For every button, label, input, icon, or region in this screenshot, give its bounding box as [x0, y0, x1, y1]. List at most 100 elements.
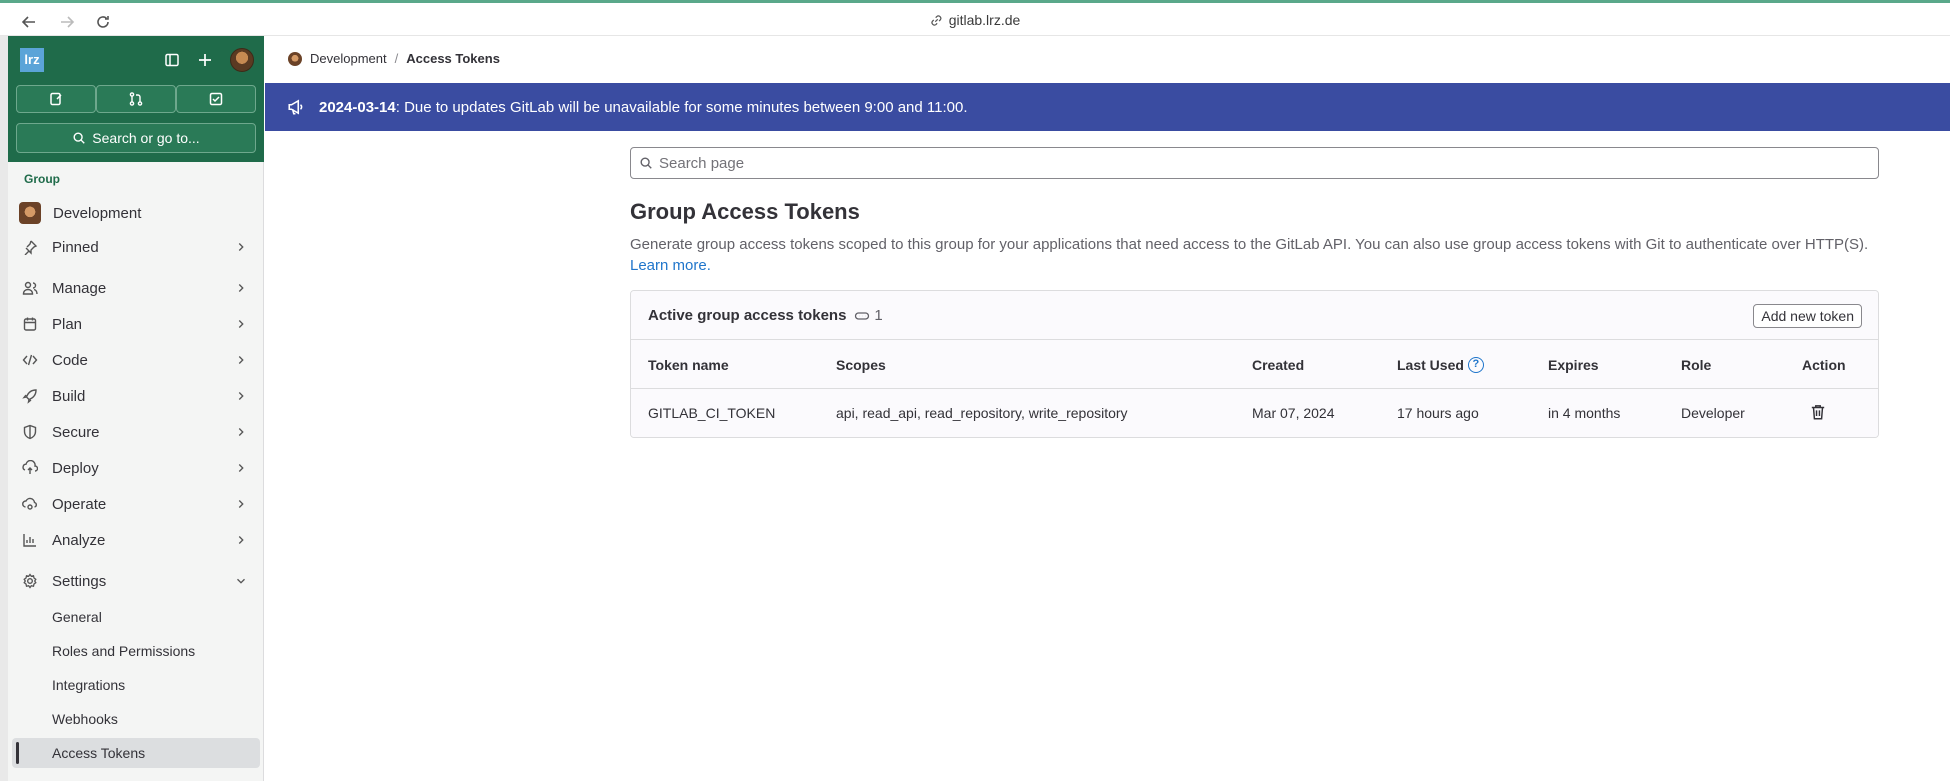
- breadcrumb: Development / Access Tokens: [288, 51, 500, 66]
- sidebar-search-button[interactable]: Search or go to...: [16, 123, 256, 153]
- planning-icon: [20, 314, 40, 334]
- deploy-icon: [20, 458, 40, 478]
- search-placeholder: Search page: [659, 154, 745, 172]
- sidebar-header: lrz Search or go to...: [8, 36, 264, 162]
- sidebar-item-label: Operate: [52, 495, 107, 513]
- chevron-right-icon: [238, 243, 244, 251]
- sidebar-item-label: Development: [53, 204, 142, 222]
- token-scopes-cell: api, read_api, read_repository, write_re…: [836, 405, 1128, 421]
- sidebar-item-group[interactable]: Development: [12, 198, 260, 228]
- token-last-used-cell: 17 hours ago: [1397, 405, 1479, 421]
- sidebar-item-analyze[interactable]: Analyze: [12, 525, 260, 555]
- sidebar-item-label: Deploy: [52, 459, 99, 477]
- window-edge: [0, 36, 8, 781]
- rocket-icon: [20, 386, 40, 406]
- create-new-icon[interactable]: [193, 48, 217, 72]
- sidebar-item-settings[interactable]: Settings: [12, 566, 260, 596]
- banner-message: : Due to updates GitLab will be unavaila…: [395, 98, 968, 116]
- todo-icon: [209, 92, 223, 106]
- chevron-down-icon: [237, 578, 245, 584]
- shield-icon: [20, 422, 40, 442]
- sidebar-item-code[interactable]: Code: [12, 345, 260, 375]
- token-count: 1: [854, 307, 883, 324]
- column-header-role: Role: [1681, 357, 1712, 373]
- link-icon: [931, 15, 942, 26]
- breadcrumb-current[interactable]: Access Tokens: [406, 51, 500, 66]
- megaphone-icon: [287, 98, 305, 116]
- card-title-text: Active group access tokens: [648, 307, 847, 324]
- token-count-value: 1: [874, 307, 883, 324]
- search-icon: [73, 132, 86, 144]
- sidebar-item-label: Build: [52, 387, 86, 405]
- page-description: Generate group access tokens scoped to t…: [630, 234, 1890, 276]
- issues-button[interactable]: [16, 85, 96, 113]
- sidebar-subitem-integrations[interactable]: Integrations: [12, 670, 260, 700]
- merge-request-icon: [129, 92, 143, 106]
- lrz-logo[interactable]: lrz: [20, 48, 44, 72]
- token-role-cell: Developer: [1681, 405, 1745, 421]
- url-text: gitlab.lrz.de: [948, 12, 1021, 28]
- help-icon[interactable]: ?: [1467, 357, 1484, 373]
- column-header-created: Created: [1252, 357, 1305, 373]
- sidebar-item-secure[interactable]: Secure: [12, 417, 260, 447]
- address-bar[interactable]: gitlab.lrz.de: [0, 12, 1950, 28]
- add-new-token-button[interactable]: Add new token: [1753, 304, 1862, 328]
- description-text: Generate group access tokens scoped to t…: [630, 236, 1869, 253]
- breadcrumb-parent[interactable]: Development: [310, 51, 387, 66]
- sidebar-item-manage[interactable]: Manage: [12, 273, 260, 303]
- active-tokens-card: Active group access tokens 1 Add new tok…: [630, 290, 1879, 438]
- sidebar-subitem-access-tokens[interactable]: Access Tokens: [12, 738, 260, 768]
- sidebar-item-plan[interactable]: Plan: [12, 309, 260, 339]
- card-title: Active group access tokens 1: [648, 307, 883, 324]
- code-icon: [20, 350, 40, 370]
- sidebar-item-label: Manage: [52, 279, 107, 297]
- group-avatar: [19, 202, 41, 224]
- search-icon: [639, 156, 653, 170]
- breadcrumb-separator: /: [394, 51, 399, 66]
- todo-button[interactable]: [176, 85, 256, 113]
- column-header-token-name: Token name: [648, 357, 729, 373]
- gear-icon: [20, 571, 40, 591]
- sidebar-item-label: Pinned: [52, 238, 99, 256]
- token-expires-cell: in 4 months: [1548, 405, 1621, 421]
- sidebar-search-label: Search or go to...: [92, 130, 200, 146]
- chevron-right-icon: [238, 356, 244, 364]
- column-header-last-used: Last Used ?: [1397, 357, 1484, 373]
- sidebar-item-label: Settings: [52, 572, 107, 590]
- sidebar-item-deploy[interactable]: Deploy: [12, 453, 260, 483]
- sidebar-subitem-general[interactable]: General: [12, 602, 260, 632]
- sidebar-item-label: Plan: [52, 315, 83, 333]
- chevron-right-icon: [238, 392, 244, 400]
- sidebar-subitem-roles-and-permissions[interactable]: Roles and Permissions: [12, 636, 260, 666]
- column-header-scopes: Scopes: [836, 357, 886, 373]
- sidebar-item-pinned[interactable]: Pinned: [12, 232, 260, 262]
- chevron-right-icon: [238, 464, 244, 472]
- sidebar-item-operate[interactable]: Operate: [12, 489, 260, 519]
- sidebar-item-label: Code: [52, 351, 88, 369]
- sidebar-subitem-webhooks[interactable]: Webhooks: [12, 704, 260, 734]
- chevron-right-icon: [238, 500, 244, 508]
- revoke-token-button[interactable]: [1809, 403, 1827, 424]
- sidebar-subitem-label: Access Tokens: [52, 745, 146, 761]
- sidebar: lrz Search or go to... Group Development…: [8, 36, 264, 781]
- chevron-right-icon: [238, 320, 244, 328]
- page-title: Group Access Tokens: [630, 199, 860, 224]
- banner-date: 2024-03-14: [319, 98, 396, 116]
- users-icon: [20, 278, 40, 298]
- search-page-input[interactable]: Search page: [630, 147, 1879, 179]
- column-header-action: Action: [1802, 357, 1846, 373]
- last-used-label: Last Used: [1397, 357, 1464, 373]
- chevron-right-icon: [238, 284, 244, 292]
- browser-toolbar: gitlab.lrz.de: [0, 3, 1950, 36]
- table-row: GITLAB_CI_TOKEN api, read_api, read_repo…: [631, 389, 1878, 437]
- sidebar-item-label: Analyze: [52, 531, 106, 549]
- cloud-gear-icon: [20, 494, 40, 514]
- learn-more-link[interactable]: Learn more.: [630, 257, 711, 274]
- user-avatar[interactable]: [230, 48, 254, 72]
- merge-requests-button[interactable]: [96, 85, 176, 113]
- chevron-right-icon: [238, 428, 244, 436]
- collapse-sidebar-icon[interactable]: [160, 48, 184, 72]
- broadcast-banner: 2024-03-14: Due to updates GitLab will b…: [265, 83, 1950, 131]
- token-icon: [855, 311, 870, 320]
- sidebar-item-build[interactable]: Build: [12, 381, 260, 411]
